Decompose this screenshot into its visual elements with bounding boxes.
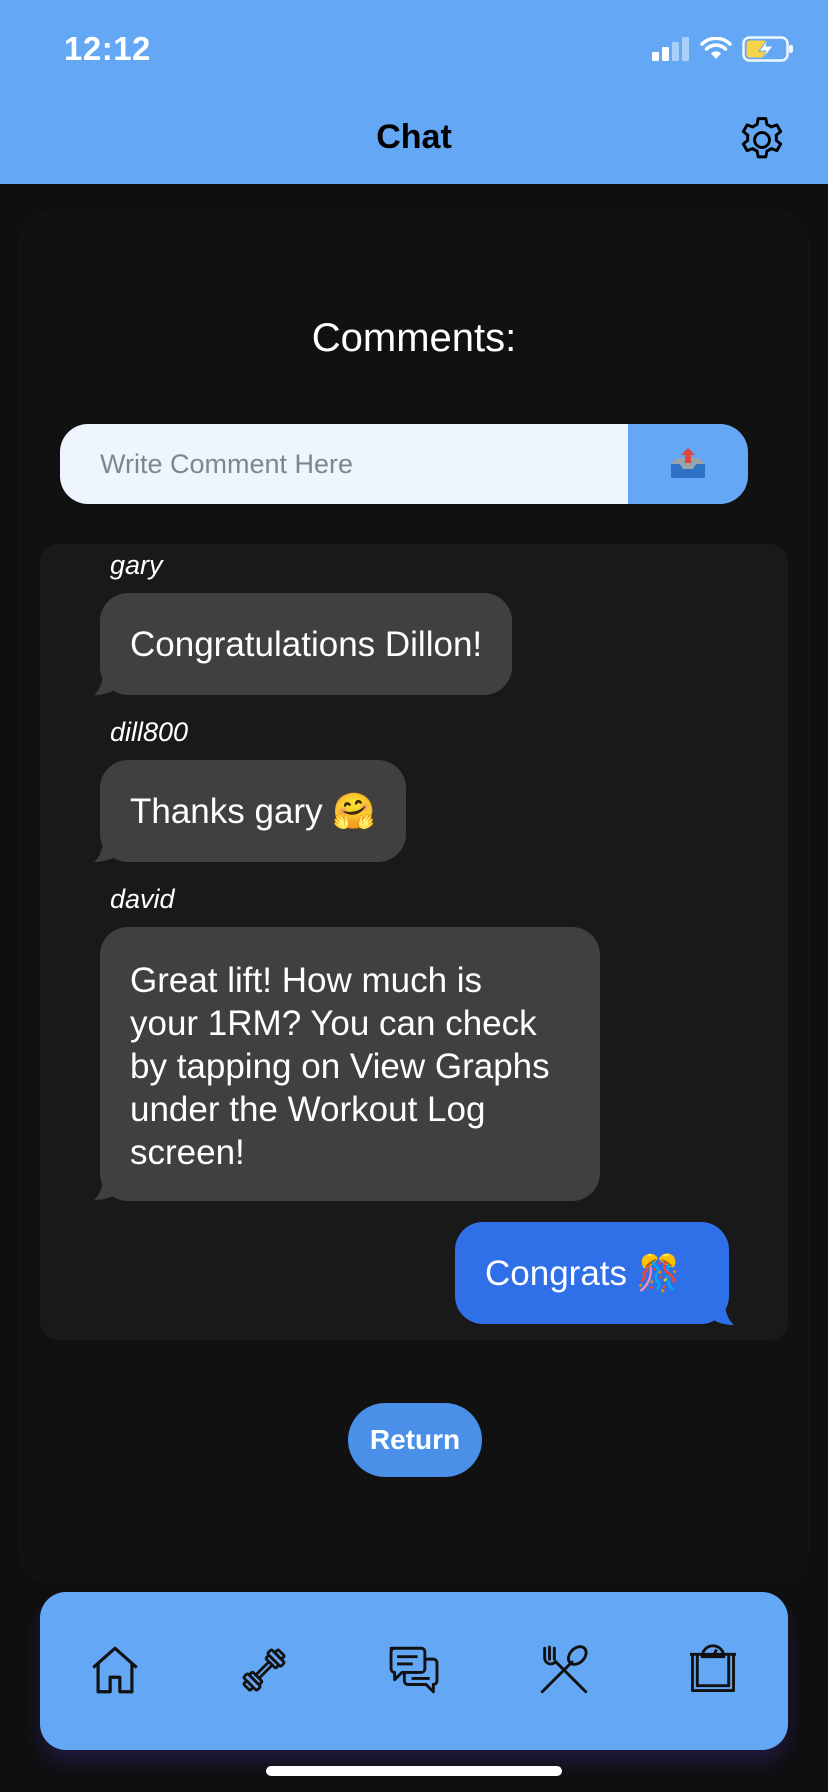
- tab-bar: [40, 1592, 788, 1750]
- battery-charging-icon: [742, 36, 793, 62]
- message-text-line: screen!: [130, 1133, 245, 1172]
- message-bubble: Thanks gary 🤗: [100, 760, 406, 862]
- message-text: Thanks gary 🤗: [130, 791, 376, 831]
- scale-icon: [690, 1644, 736, 1692]
- wifi-icon: [700, 37, 732, 59]
- outbox-tray-icon: [671, 448, 705, 478]
- message-text-line: your 1RM? You can check: [130, 1004, 537, 1043]
- message-text: Congrats 🎊: [485, 1253, 681, 1293]
- message-text-line: by tapping on View Graphs: [130, 1047, 550, 1086]
- comments-heading: Comments:: [311, 316, 517, 360]
- message-text-line: under the Workout Log: [130, 1090, 486, 1129]
- tab-chat[interactable]: [374, 1630, 454, 1710]
- tab-home[interactable]: [75, 1630, 155, 1710]
- message-text: Congratulations Dillon!: [130, 624, 483, 664]
- page-title: Chat: [376, 118, 452, 156]
- message-bubble: Great lift! How much is your 1RM? You ca…: [100, 927, 600, 1201]
- tab-workout[interactable]: [224, 1630, 304, 1710]
- comment-input[interactable]: [60, 424, 628, 504]
- return-button[interactable]: Return: [348, 1403, 482, 1477]
- message-bubble: Congratulations Dillon!: [100, 593, 513, 695]
- tab-weight[interactable]: [673, 1630, 753, 1710]
- gear-icon[interactable]: [735, 113, 789, 167]
- send-comment-button[interactable]: [628, 424, 748, 504]
- home-icon: [92, 1646, 138, 1694]
- home-indicator: [266, 1766, 562, 1776]
- message-bubble-outgoing: Congrats 🎊: [455, 1222, 729, 1324]
- status-icons: [652, 34, 794, 64]
- chat-bubbles-icon: [389, 1646, 439, 1694]
- fork-spoon-icon: [540, 1645, 588, 1694]
- message-text-line: Great lift! How much is: [130, 961, 483, 1000]
- header-bar: 12:12 Chat: [0, 0, 828, 184]
- comment-composer: [60, 424, 748, 504]
- message-author: dill800: [110, 717, 189, 747]
- message-author: david: [110, 884, 175, 914]
- message-author: gary: [110, 550, 163, 580]
- dumbbell-icon: [242, 1648, 286, 1692]
- signal-icon: [652, 37, 689, 61]
- tab-nutrition[interactable]: [524, 1630, 604, 1710]
- status-time: 12:12: [64, 30, 151, 67]
